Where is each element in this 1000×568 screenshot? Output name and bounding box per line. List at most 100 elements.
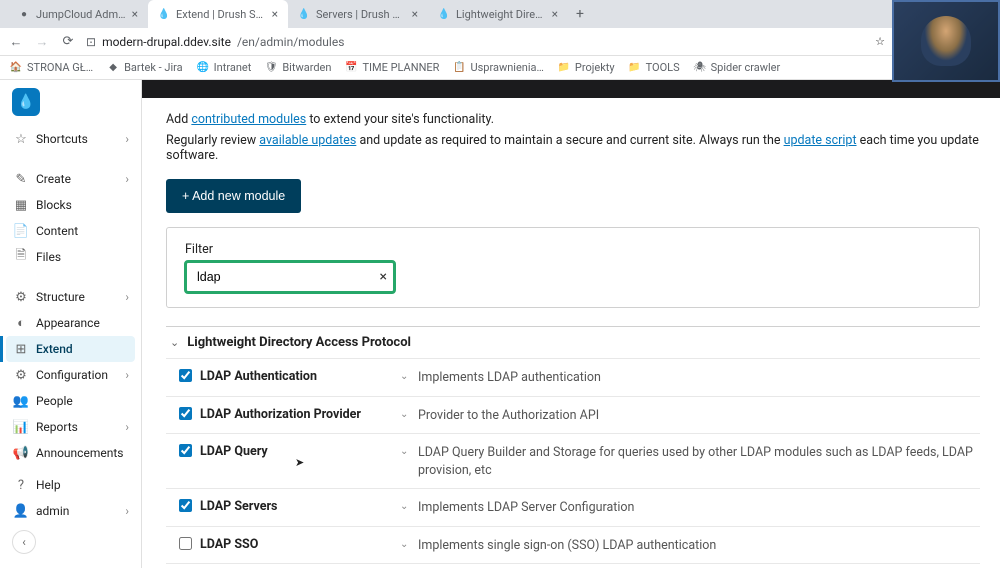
module-name: LDAP Query	[200, 443, 400, 459]
blocks-icon: ▦	[14, 198, 28, 212]
module-description: Implements single sign-on (SSO) LDAP aut…	[418, 536, 976, 555]
module-description: Implements LDAP Server Configuration	[418, 498, 976, 517]
webcam-overlay	[892, 0, 1000, 82]
browser-tabs: ● JumpCloud Admin Port × 💧 Extend | Drus…	[0, 0, 1000, 28]
sidebar-label: Announcements	[36, 446, 123, 460]
module-checkbox[interactable]	[179, 499, 192, 512]
contributed-modules-link[interactable]: contributed modules	[191, 112, 306, 127]
bookmark-label: Bartek - Jira	[124, 61, 183, 74]
bookmark-icon: 🌐	[197, 62, 209, 74]
user-icon: 👤	[14, 504, 28, 518]
sidebar-item-extend[interactable]: ⊞Extend	[6, 336, 135, 362]
close-icon[interactable]: ×	[552, 7, 558, 21]
clear-filter-icon[interactable]: ×	[380, 269, 387, 285]
module-group-ldap: ⌄ Lightweight Directory Access Protocol …	[166, 326, 980, 568]
close-icon[interactable]: ×	[412, 7, 418, 21]
bookmark-icon: ◆	[107, 62, 119, 74]
people-icon: 👥	[14, 394, 28, 408]
star-icon[interactable]: ☆	[872, 34, 888, 50]
available-updates-link[interactable]: available updates	[259, 133, 356, 148]
module-row: LDAP SSO Auth ⌄ This is the LDAP SSO Aut…	[166, 563, 980, 568]
bookmark[interactable]: 📋Usprawnienia…	[453, 61, 543, 74]
bookmark[interactable]: 🌐Intranet	[197, 61, 252, 74]
sidebar-item-announcements[interactable]: 📢 Announcements	[6, 440, 135, 466]
bookmark[interactable]: 📅TIME PLANNER	[345, 61, 439, 74]
chevron-down-icon[interactable]: ⌄	[400, 406, 418, 420]
bookmark[interactable]: 🕷Spider crawler	[694, 61, 781, 74]
chevron-down-icon[interactable]: ⌄	[400, 536, 418, 550]
sidebar-item-people[interactable]: 👥 People	[6, 388, 135, 414]
module-checkbox[interactable]	[179, 537, 192, 550]
module-description: LDAP Query Builder and Storage for queri…	[418, 443, 976, 479]
add-new-module-button[interactable]: + Add new module	[166, 179, 301, 213]
sidebar-item-structure[interactable]: ⚙Structure	[6, 284, 135, 310]
sidebar-item-blocks[interactable]: ▦Blocks	[6, 192, 135, 218]
chevron-down-icon[interactable]: ⌄	[400, 443, 418, 457]
forward-button[interactable]: →	[34, 34, 50, 50]
chevron-down-icon[interactable]: ⌄	[400, 498, 418, 512]
module-description: Provider to the Authorization API	[418, 406, 976, 425]
url-bar[interactable]: ⊡ modern-drupal.ddev.site/en/admin/modul…	[86, 35, 862, 49]
sidebar-item-shortcuts[interactable]: ☆Shortcuts	[6, 126, 135, 152]
announce-icon: 📢	[14, 446, 28, 460]
filter-input[interactable]	[185, 261, 395, 293]
sidebar-item-content[interactable]: 📄Content	[6, 218, 135, 244]
sidebar-item-appearance[interactable]: ◐Appearance	[6, 310, 135, 336]
star-icon: ☆	[14, 132, 28, 146]
document-icon: 📄	[14, 224, 28, 238]
update-script-link[interactable]: update script	[784, 133, 857, 148]
site-info-icon[interactable]: ⊡	[86, 35, 96, 49]
module-checkbox[interactable]	[179, 369, 192, 382]
sidebar-item-help[interactable]: ?Help	[6, 472, 135, 498]
new-tab-button[interactable]: +	[568, 6, 592, 22]
close-icon[interactable]: ×	[132, 7, 138, 21]
sidebar-item-create[interactable]: ✎Create	[6, 166, 135, 192]
module-row: LDAP Authentication ⌄ Implements LDAP au…	[166, 358, 980, 396]
group-title: Lightweight Directory Access Protocol	[187, 335, 411, 350]
tab-favicon: 💧	[298, 8, 310, 20]
browser-tab[interactable]: ● JumpCloud Admin Port ×	[8, 0, 148, 28]
bookmark[interactable]: ◆ Bartek - Jira	[107, 61, 183, 74]
bookmark-label: Usprawnienia…	[470, 61, 543, 74]
url-path: /en/admin/modules	[237, 35, 344, 49]
bookmark[interactable]: 📁Projekty	[558, 61, 615, 74]
webcam-person	[921, 16, 971, 66]
sidebar-label: Extend	[36, 342, 73, 356]
module-name: LDAP Servers	[200, 498, 400, 514]
gear-icon: ⚙	[14, 368, 28, 382]
browser-tab[interactable]: 💧 Lightweight Directory A ×	[428, 0, 568, 28]
module-description: Implements LDAP authentication	[418, 368, 976, 387]
bookmark-label: Bitwarden	[282, 61, 331, 74]
app-container: 💧 ☆Shortcuts ✎Create ▦Blocks 📄Content 🗎 F…	[0, 80, 1000, 568]
sidebar-label: Files	[36, 250, 61, 264]
bookmark-label: STRONA GŁ…	[27, 61, 93, 74]
url-host: modern-drupal.ddev.site	[102, 35, 231, 49]
bookmark-icon: 🏠	[10, 62, 22, 74]
close-icon[interactable]: ×	[272, 7, 278, 21]
module-checkbox[interactable]	[179, 407, 192, 420]
sidebar-item-files[interactable]: 🗎 Files	[6, 244, 135, 270]
drupal-logo[interactable]: 💧	[12, 88, 40, 116]
sidebar-item-reports[interactable]: 📊Reports	[6, 414, 135, 440]
reload-button[interactable]: ⟳	[60, 34, 76, 50]
sidebar-label: People	[36, 394, 73, 408]
module-checkbox[interactable]	[179, 444, 192, 457]
module-name: LDAP Authorization Provider	[200, 406, 400, 422]
chevron-down-icon[interactable]: ⌄	[400, 368, 418, 382]
sidebar-item-admin[interactable]: 👤admin	[6, 498, 135, 524]
sidebar-collapse-button[interactable]: ‹	[12, 530, 36, 554]
group-header[interactable]: ⌄ Lightweight Directory Access Protocol	[166, 326, 980, 358]
sidebar-item-configuration[interactable]: ⚙Configuration	[6, 362, 135, 388]
help-icon: ?	[14, 478, 28, 492]
back-button[interactable]: ←	[8, 34, 24, 50]
file-icon: 🗎	[14, 250, 28, 264]
bookmark[interactable]: 📁TOOLS	[629, 61, 680, 74]
bookmark[interactable]: 🛡Bitwarden	[265, 61, 331, 74]
browser-tab-active[interactable]: 💧 Extend | Drush Site-Ins ×	[148, 0, 288, 28]
bookmark[interactable]: 🏠 STRONA GŁ…	[10, 61, 93, 74]
bookmark-label: TIME PLANNER	[362, 61, 439, 74]
module-row: LDAP Authorization Provider ⌄ Provider t…	[166, 396, 980, 434]
browser-tab[interactable]: 💧 Servers | Drush Site-Ins ×	[288, 0, 428, 28]
structure-icon: ⚙	[14, 290, 28, 304]
bookmarks-bar: 🏠 STRONA GŁ… ◆ Bartek - Jira 🌐Intranet 🛡Bi…	[0, 56, 1000, 80]
